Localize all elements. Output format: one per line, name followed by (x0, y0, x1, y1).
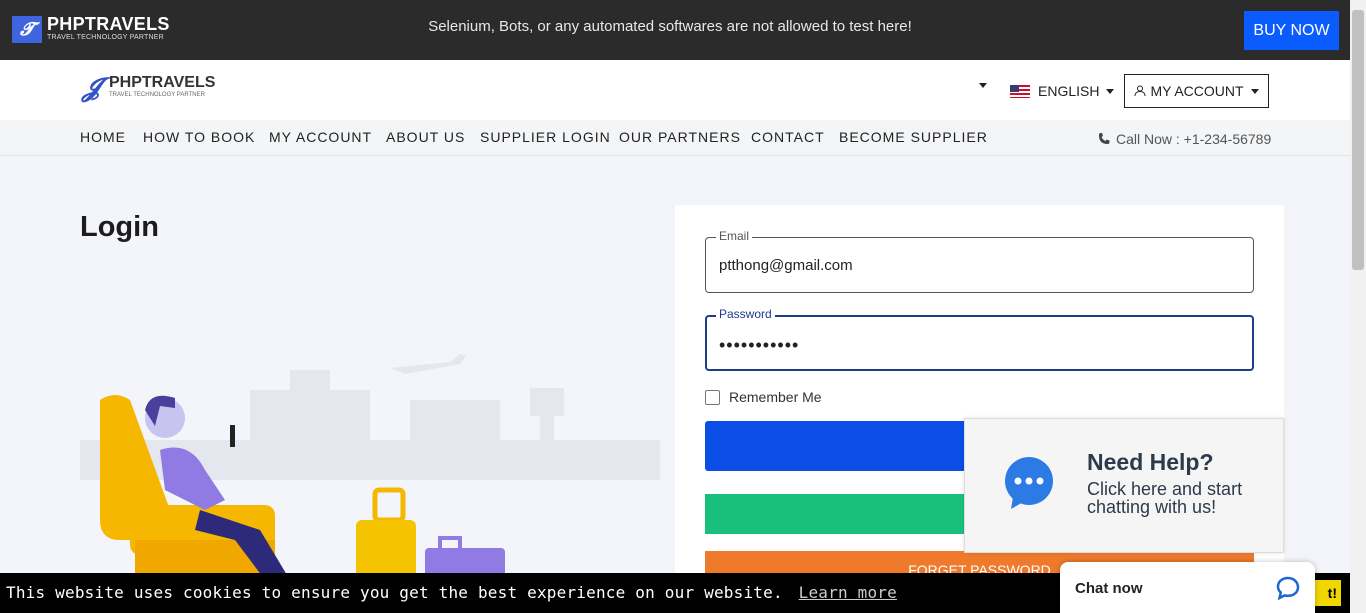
call-now-text: Call Now : +1-234-56789 (1116, 131, 1272, 147)
page-scrollbar[interactable] (1350, 0, 1366, 613)
nav-our-partners[interactable]: OUR PARTNERS (619, 129, 741, 145)
my-account-button[interactable]: MY ACCOUNT (1124, 74, 1269, 108)
nav-become-supplier[interactable]: BECOME SUPPLIER (839, 129, 988, 145)
scrollbar-thumb[interactable] (1352, 10, 1364, 270)
email-field[interactable]: Email ptthong@gmail.com (705, 229, 1254, 293)
chat-now-label: Chat now (1075, 580, 1143, 597)
user-icon (1134, 85, 1146, 97)
password-value[interactable]: ••••••••••• (719, 335, 799, 356)
need-help-widget[interactable]: Need Help? Click here and start chatting… (964, 418, 1284, 553)
nav-my-account[interactable]: MY ACCOUNT (269, 129, 372, 145)
us-flag-icon (1010, 84, 1030, 98)
cookie-text: This website uses cookies to ensure you … (6, 583, 783, 602)
header-logo-sub: TRAVEL TECHNOLOGY PARTNER (109, 92, 205, 98)
my-account-label: MY ACCOUNT (1150, 83, 1244, 99)
remember-me[interactable]: Remember Me (705, 389, 822, 405)
remember-checkbox[interactable] (705, 389, 720, 405)
buy-now-button[interactable]: BUY NOW (1244, 11, 1339, 50)
currency-dropdown-icon[interactable] (979, 83, 987, 88)
traveler-illustration (80, 354, 660, 580)
header-logo-text[interactable]: PHPTRAVELS (109, 74, 215, 92)
top-bar: 𝓣 PHPTRAVELS TRAVEL TECHNOLOGY PARTNER S… (0, 0, 1350, 60)
nav-supplier-login[interactable]: SUPPLIER LOGIN (480, 129, 611, 145)
bot-notice: Selenium, Bots, or any automated softwar… (428, 18, 912, 35)
chat-icon (1276, 576, 1300, 600)
chevron-down-icon (1250, 88, 1259, 94)
chevron-down-icon (1106, 88, 1115, 94)
page-title: Login (80, 211, 159, 243)
nav-contact[interactable]: CONTACT (751, 129, 825, 145)
email-label: Email (716, 229, 753, 243)
nav-how-to-book[interactable]: HOW TO BOOK (143, 129, 255, 145)
email-value[interactable]: ptthong@gmail.com (719, 257, 853, 274)
language-label: ENGLISH (1038, 83, 1100, 99)
password-field[interactable]: Password ••••••••••• (705, 307, 1254, 371)
chat-now-widget[interactable]: Chat now (1060, 562, 1315, 613)
language-selector[interactable]: ENGLISH (1010, 82, 1115, 100)
header-logo-icon[interactable]: 𝓙 (82, 73, 100, 104)
nav-home[interactable]: HOME (80, 129, 126, 145)
learn-more-link[interactable]: Learn more (799, 583, 897, 602)
call-now[interactable]: Call Now : +1-234-56789 (1097, 131, 1271, 147)
top-logo-sub: TRAVEL TECHNOLOGY PARTNER (47, 34, 164, 41)
password-label: Password (716, 307, 775, 321)
phone-icon (1099, 133, 1110, 144)
remember-label: Remember Me (729, 389, 822, 405)
help-text: Click here and start chatting with us! (1087, 479, 1243, 517)
help-title: Need Help? (1087, 449, 1214, 475)
chat-bubble-icon (1005, 457, 1053, 509)
nav-about-us[interactable]: ABOUT US (386, 129, 465, 145)
